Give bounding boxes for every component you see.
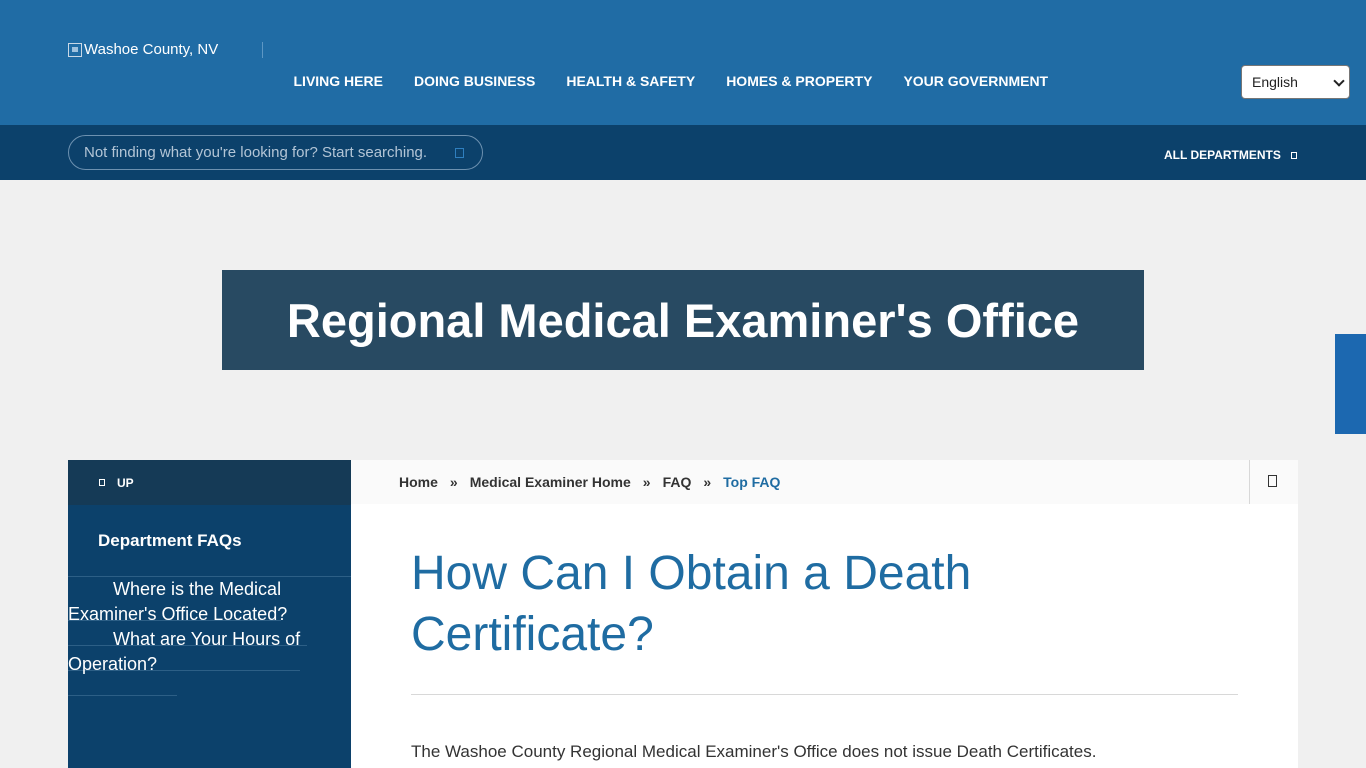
chevron-down-icon	[1333, 75, 1345, 87]
nav-your-government[interactable]: YOUR GOVERNMENT	[888, 73, 1064, 89]
nav-living-here[interactable]: LIVING HERE	[278, 73, 398, 89]
search-placeholder: Not finding what you're looking for? Sta…	[84, 144, 428, 161]
all-departments-button[interactable]: ALL DEPARTMENTS	[1164, 148, 1297, 162]
breadcrumb-separator: »	[449, 474, 458, 490]
nav-health-safety[interactable]: HEALTH & SAFETY	[551, 73, 711, 89]
logo-alt-text: Washoe County, NV	[84, 41, 219, 58]
language-select[interactable]: English	[1241, 65, 1350, 99]
faq-answer-text: The Washoe County Regional Medical Exami…	[411, 742, 1097, 761]
breadcrumb-medical-examiner-home[interactable]: Medical Examiner Home	[470, 474, 631, 490]
sidebar-up-link[interactable]: UP	[68, 460, 351, 505]
nav-doing-business[interactable]: DOING BUSINESS	[398, 73, 550, 89]
site-header: Washoe County, NV LIVING HERE DOING BUSI…	[0, 0, 1366, 125]
title-divider	[411, 694, 1238, 695]
sidebar-item-hours-of-operation[interactable]: What are Your Hours of Operation?	[68, 608, 301, 696]
department-title: Regional Medical Examiner's Office	[286, 293, 1080, 347]
logo-image-icon	[68, 42, 82, 57]
breadcrumb-home[interactable]: Home	[399, 474, 438, 490]
site-search-input[interactable]: Not finding what you're looking for? Sta…	[68, 135, 483, 170]
sidebar: UP Department FAQs Where is the Medical …	[68, 460, 351, 768]
breadcrumb: Home » Medical Examiner Home » FAQ » Top…	[351, 460, 1298, 504]
share-icon[interactable]	[1268, 475, 1277, 487]
breadcrumb-current: Top FAQ	[723, 474, 781, 490]
search-bar-row: Not finding what you're looking for? Sta…	[0, 125, 1366, 180]
site-logo-link[interactable]: Washoe County, NV	[68, 41, 218, 58]
up-arrow-icon	[99, 479, 105, 486]
breadcrumb-separator: »	[703, 474, 712, 490]
main-nav: LIVING HERE DOING BUSINESS HEALTH & SAFE…	[278, 73, 1064, 89]
language-selected-value: English	[1252, 74, 1298, 90]
breadcrumb-separator: »	[642, 474, 651, 490]
search-icon[interactable]	[455, 148, 464, 158]
all-departments-label: ALL DEPARTMENTS	[1164, 148, 1281, 162]
nav-homes-property[interactable]: HOMES & PROPERTY	[711, 73, 888, 89]
page-title: How Can I Obtain a Death Certificate?	[411, 547, 972, 661]
expand-icon	[1290, 151, 1297, 159]
feedback-side-tab[interactable]	[1335, 334, 1366, 434]
breadcrumb-divider	[1249, 460, 1250, 504]
main-content: Home » Medical Examiner Home » FAQ » Top…	[351, 460, 1298, 768]
sidebar-up-label: UP	[117, 475, 134, 490]
breadcrumb-faq[interactable]: FAQ	[663, 474, 692, 490]
department-banner: Regional Medical Examiner's Office	[222, 270, 1144, 370]
logo-divider	[262, 42, 263, 58]
